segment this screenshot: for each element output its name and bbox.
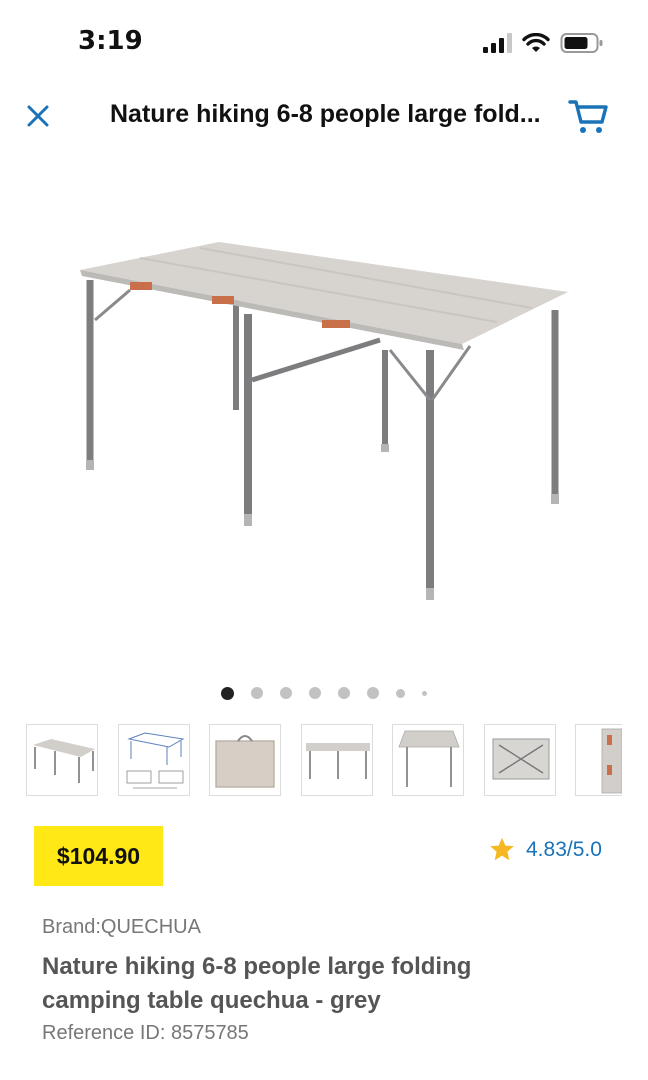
product-name-line-1: Nature hiking 6-8 people large folding bbox=[42, 953, 472, 980]
product-name: Nature hiking 6-8 people large folding c… bbox=[42, 950, 602, 1018]
table-thumbnail-icon bbox=[33, 739, 95, 783]
product-name-line-2: camping table quechua - grey bbox=[42, 987, 381, 1014]
thumbnail-table-underside[interactable] bbox=[484, 724, 556, 796]
reference-id: Reference ID: 8575785 bbox=[42, 1022, 249, 1044]
wifi-icon bbox=[522, 33, 550, 52]
status-time: 3:19 bbox=[78, 26, 143, 56]
thumbnail-dimensions-diagram[interactable] bbox=[118, 724, 190, 796]
gallery-pagination bbox=[0, 683, 648, 703]
close-button[interactable] bbox=[22, 100, 54, 132]
product-image[interactable] bbox=[0, 200, 648, 640]
page-dot[interactable] bbox=[251, 687, 263, 699]
case-thumbnail-icon bbox=[215, 735, 275, 788]
page-dot[interactable] bbox=[338, 687, 350, 699]
status-bar: 3:19 bbox=[0, 0, 648, 80]
thumbnail-table-top-view[interactable] bbox=[392, 724, 464, 796]
underside-thumbnail-icon bbox=[492, 738, 550, 780]
thumbnail-folded-side[interactable] bbox=[575, 724, 622, 796]
signal-icon bbox=[483, 33, 512, 53]
page-title: Nature hiking 6-8 people large fold... bbox=[110, 100, 541, 128]
diagram-thumbnail-icon bbox=[126, 732, 185, 789]
thumbnail-strip bbox=[26, 724, 622, 800]
cart-icon bbox=[568, 100, 608, 133]
page-dot[interactable] bbox=[309, 687, 321, 699]
thumbnail-table-side-view[interactable] bbox=[26, 724, 98, 796]
rating-value: 4.83/5.0 bbox=[526, 837, 602, 861]
status-icons bbox=[482, 32, 604, 54]
nav-bar: Nature hiking 6-8 people large fold... bbox=[0, 90, 648, 144]
star-icon bbox=[490, 837, 514, 861]
page-dot[interactable] bbox=[280, 687, 292, 699]
rating[interactable]: 4.83/5.0 bbox=[488, 836, 602, 863]
folded-side-thumbnail-icon bbox=[601, 728, 622, 794]
product-brand: Brand:QUECHUA bbox=[42, 916, 201, 938]
thumbnail-table-front-view[interactable] bbox=[301, 724, 373, 796]
folding-table-image bbox=[80, 242, 568, 600]
thumbnail-folded-case[interactable] bbox=[209, 724, 281, 796]
page-dot[interactable] bbox=[396, 688, 405, 698]
close-icon bbox=[27, 105, 49, 127]
battery-icon bbox=[560, 33, 603, 53]
table-front-thumbnail-icon bbox=[306, 743, 370, 779]
page-dot[interactable] bbox=[422, 690, 427, 696]
page-dot[interactable] bbox=[367, 687, 379, 699]
page-dot-active[interactable] bbox=[221, 686, 234, 700]
price-badge: $104.90 bbox=[34, 826, 163, 886]
cart-button[interactable] bbox=[566, 94, 610, 138]
table-top-thumbnail-icon bbox=[398, 730, 460, 787]
